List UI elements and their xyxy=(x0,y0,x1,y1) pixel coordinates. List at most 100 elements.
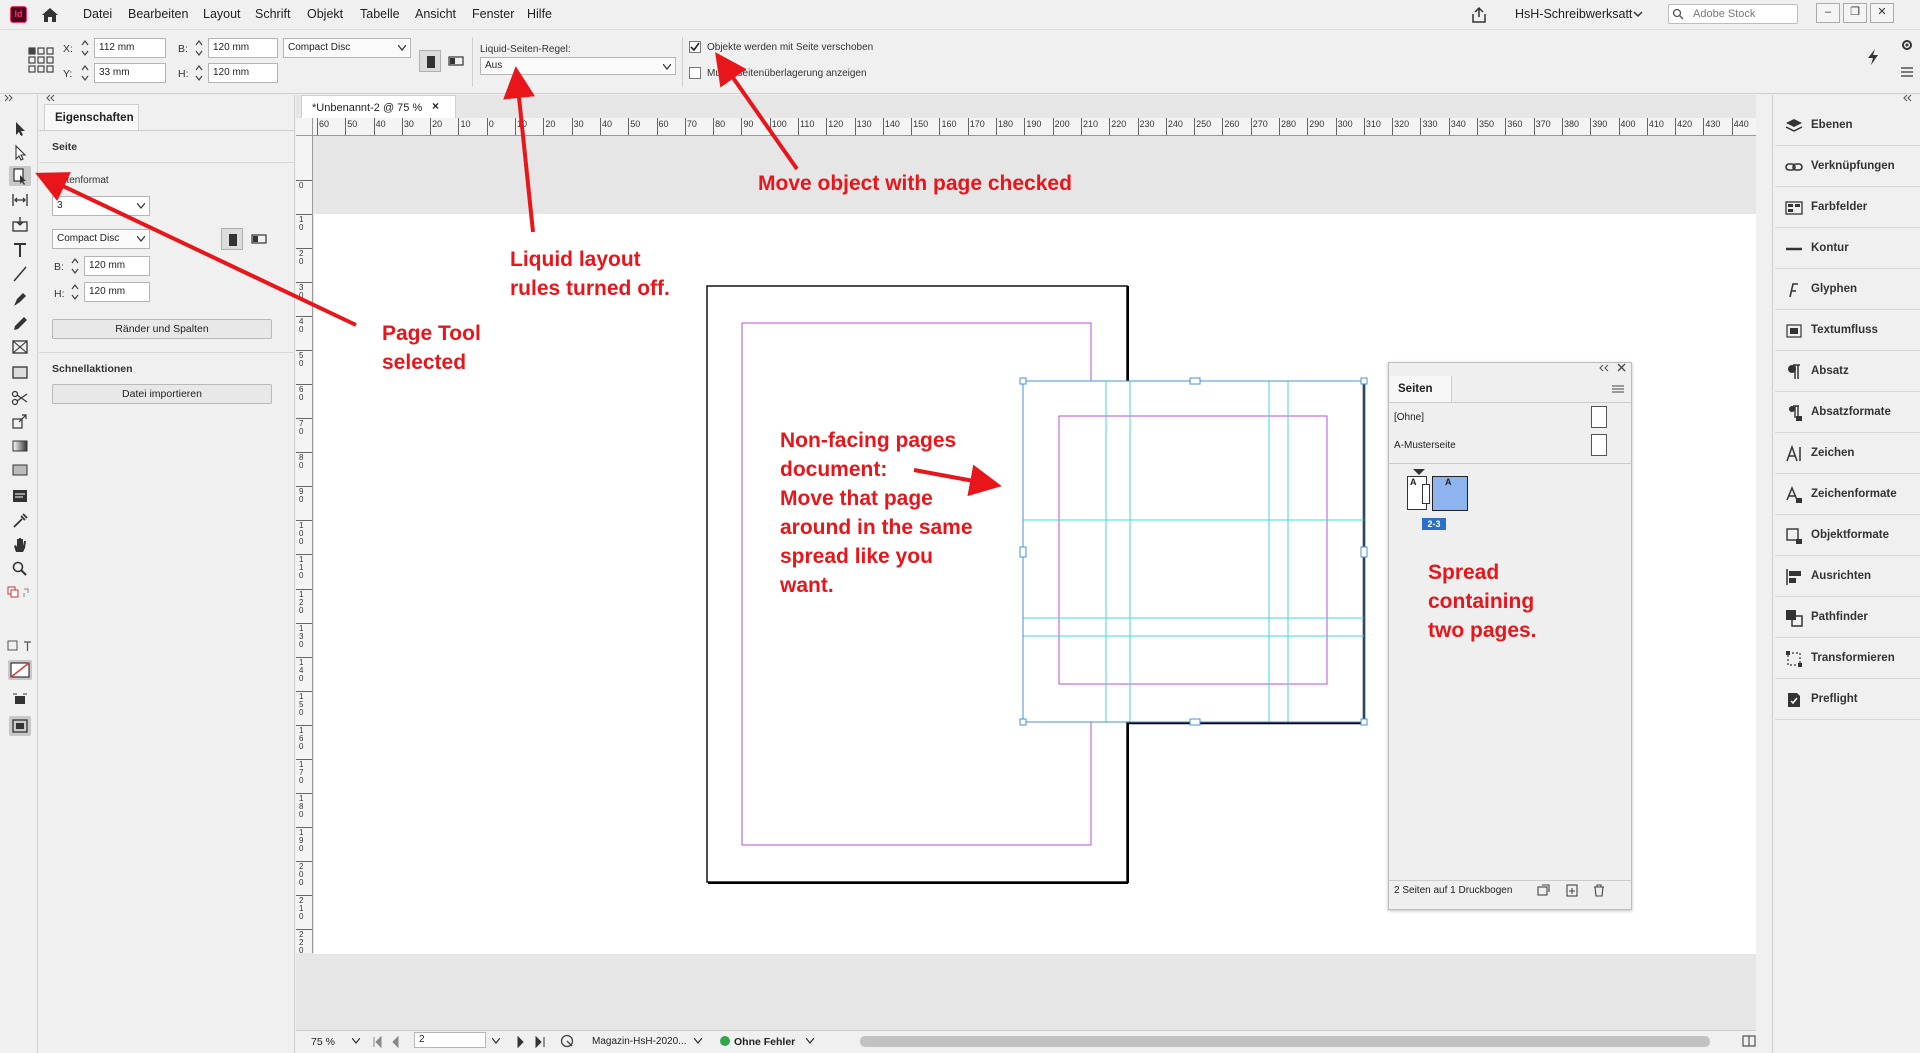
new-page-icon[interactable] xyxy=(1566,884,1579,897)
dock-farbfelder[interactable]: Farbfelder xyxy=(1775,188,1920,228)
dock-textumfluss[interactable]: Textumfluss xyxy=(1775,311,1920,351)
landscape-icon[interactable] xyxy=(448,53,464,69)
chevron-down-icon[interactable] xyxy=(694,1038,702,1044)
portrait-orientation-button[interactable] xyxy=(419,50,441,72)
hand-tool[interactable] xyxy=(9,535,31,555)
a-master-thumbnail[interactable] xyxy=(1591,434,1607,456)
screen-mode-button[interactable] xyxy=(9,716,31,736)
menu-bearbeiten[interactable]: Bearbeiten xyxy=(128,7,188,21)
reference-point-icon[interactable] xyxy=(28,47,54,73)
close-icon[interactable] xyxy=(1617,363,1626,372)
h-stepper-icon[interactable] xyxy=(194,63,204,83)
menu-schrift[interactable]: Schrift xyxy=(255,7,290,21)
height-field[interactable]: 120 mm xyxy=(84,282,150,302)
eyedropper-tool[interactable] xyxy=(9,510,31,530)
menu-datei[interactable]: Datei xyxy=(83,7,112,21)
menu-hilfe[interactable]: Hilfe xyxy=(527,7,552,21)
pen-tool[interactable] xyxy=(9,289,31,309)
master-overlay-checkbox[interactable] xyxy=(689,67,701,79)
menu-objekt[interactable]: Objekt xyxy=(307,7,343,21)
menu-fenster[interactable]: Fenster xyxy=(472,7,514,21)
close-window-button[interactable]: ✕ xyxy=(1870,3,1894,23)
menu-tabelle[interactable]: Tabelle xyxy=(360,7,400,21)
collapse-panel-icon[interactable] xyxy=(1598,364,1610,372)
collapse-dock-icon[interactable] xyxy=(1903,94,1913,102)
spread-page-range[interactable]: 2-3 xyxy=(1422,518,1446,530)
zoom-value[interactable]: 75 % xyxy=(311,1036,335,1048)
x-field[interactable]: 112 mm xyxy=(94,38,166,58)
profile-icon[interactable] xyxy=(560,1034,574,1048)
move-objects-checkbox[interactable] xyxy=(689,41,701,53)
page-tool[interactable] xyxy=(9,166,31,186)
restore-button[interactable]: ❐ xyxy=(1843,3,1867,23)
ruler-origin[interactable] xyxy=(296,118,313,136)
dock-zeichen[interactable]: Zeichen xyxy=(1775,434,1920,474)
apply-color-tool[interactable] xyxy=(9,690,31,710)
master-none-thumbnail[interactable] xyxy=(1591,406,1607,428)
close-tab-icon[interactable]: × xyxy=(432,99,439,113)
dock-verknuepfungen[interactable]: Verknüpfungen xyxy=(1775,147,1920,187)
workspace-switcher[interactable]: HsH-Schreibwerksatt xyxy=(1515,7,1632,21)
dock-glyphen[interactable]: Glyphen xyxy=(1775,270,1920,310)
landscape-icon[interactable] xyxy=(251,231,267,247)
expand-panel-icon[interactable] xyxy=(4,94,14,102)
chevron-down-icon[interactable] xyxy=(352,1038,360,1044)
home-icon[interactable] xyxy=(40,6,60,24)
dock-ausrichten[interactable]: Ausrichten xyxy=(1775,557,1920,597)
lightning-icon[interactable] xyxy=(1866,48,1880,66)
dock-ebenen[interactable]: Ebenen xyxy=(1775,106,1920,146)
share-icon[interactable] xyxy=(1470,6,1488,24)
a-master-item[interactable]: A-Musterseite xyxy=(1394,440,1456,451)
page-number-field[interactable]: 2 xyxy=(414,1032,486,1048)
vertical-ruler[interactable]: 0 10 20 30 40 50 60 70 80 90 100 110 120 130 140 150 160… xyxy=(296,136,313,953)
format-dropdown[interactable]: Compact Disc xyxy=(52,229,150,249)
horizontal-ruler[interactable]: 60 50 40 30 20 10 0 10 20 30 40 50 60 70 80 90 100 110 120… xyxy=(313,118,1756,136)
note-tool[interactable] xyxy=(9,486,31,506)
scissors-tool[interactable] xyxy=(9,388,31,408)
chevron-down-icon[interactable] xyxy=(806,1038,814,1044)
collapse-panel-icon[interactable] xyxy=(46,94,56,102)
zoom-tool[interactable] xyxy=(9,559,31,579)
dock-kontur[interactable]: Kontur xyxy=(1775,229,1920,269)
menu-layout[interactable]: Layout xyxy=(203,7,241,21)
direct-selection-tool[interactable] xyxy=(9,143,31,163)
menu-ansicht[interactable]: Ansicht xyxy=(415,7,456,21)
chevron-down-icon[interactable] xyxy=(492,1038,500,1044)
gap-tool[interactable] xyxy=(9,190,31,210)
type-tool[interactable] xyxy=(9,240,31,260)
gradient-feather-tool[interactable] xyxy=(9,460,31,480)
profile-name[interactable]: Magazin-HsH-2020... xyxy=(592,1036,686,1047)
default-colors-icon[interactable] xyxy=(7,586,33,600)
page-number-dropdown[interactable]: 3 xyxy=(52,196,150,216)
chevron-down-icon[interactable] xyxy=(1633,9,1643,19)
preflight-status[interactable]: Ohne Fehler xyxy=(734,1036,795,1048)
gradient-tool[interactable] xyxy=(9,436,31,456)
formatting-affects-container-icon[interactable] xyxy=(7,640,33,652)
page-3[interactable] xyxy=(1022,380,1365,723)
split-view-icon[interactable] xyxy=(1742,1035,1756,1047)
h-field[interactable]: 120 mm xyxy=(208,63,278,83)
panel-menu-icon[interactable] xyxy=(1612,385,1624,393)
pencil-tool[interactable] xyxy=(9,313,31,333)
master-none-item[interactable]: [Ohne] xyxy=(1394,412,1424,423)
free-transform-tool[interactable] xyxy=(9,412,31,432)
edit-page-size-icon[interactable] xyxy=(1536,884,1552,897)
b-stepper-icon[interactable] xyxy=(194,38,204,58)
dock-pathfinder[interactable]: Pathfinder xyxy=(1775,598,1920,638)
first-prev-page-icon[interactable] xyxy=(372,1036,404,1048)
rectangle-tool[interactable] xyxy=(9,362,31,382)
x-stepper-icon[interactable] xyxy=(80,38,90,58)
b-field[interactable]: 120 mm xyxy=(208,38,278,58)
height-stepper-icon[interactable] xyxy=(70,282,80,302)
import-file-button[interactable]: Datei importieren xyxy=(52,384,272,404)
y-field[interactable]: 33 mm xyxy=(94,63,166,83)
line-tool[interactable] xyxy=(9,264,31,284)
dock-preflight[interactable]: Preflight xyxy=(1775,680,1920,720)
width-stepper-icon[interactable] xyxy=(70,256,80,276)
rectangle-frame-tool[interactable] xyxy=(9,337,31,357)
content-collector-tool[interactable] xyxy=(9,214,31,234)
pages-tab[interactable]: Seiten xyxy=(1390,376,1452,402)
margins-columns-button[interactable]: Ränder und Spalten xyxy=(52,319,272,339)
next-last-page-icon[interactable] xyxy=(514,1036,546,1048)
fill-stroke-swatch[interactable] xyxy=(8,660,32,680)
